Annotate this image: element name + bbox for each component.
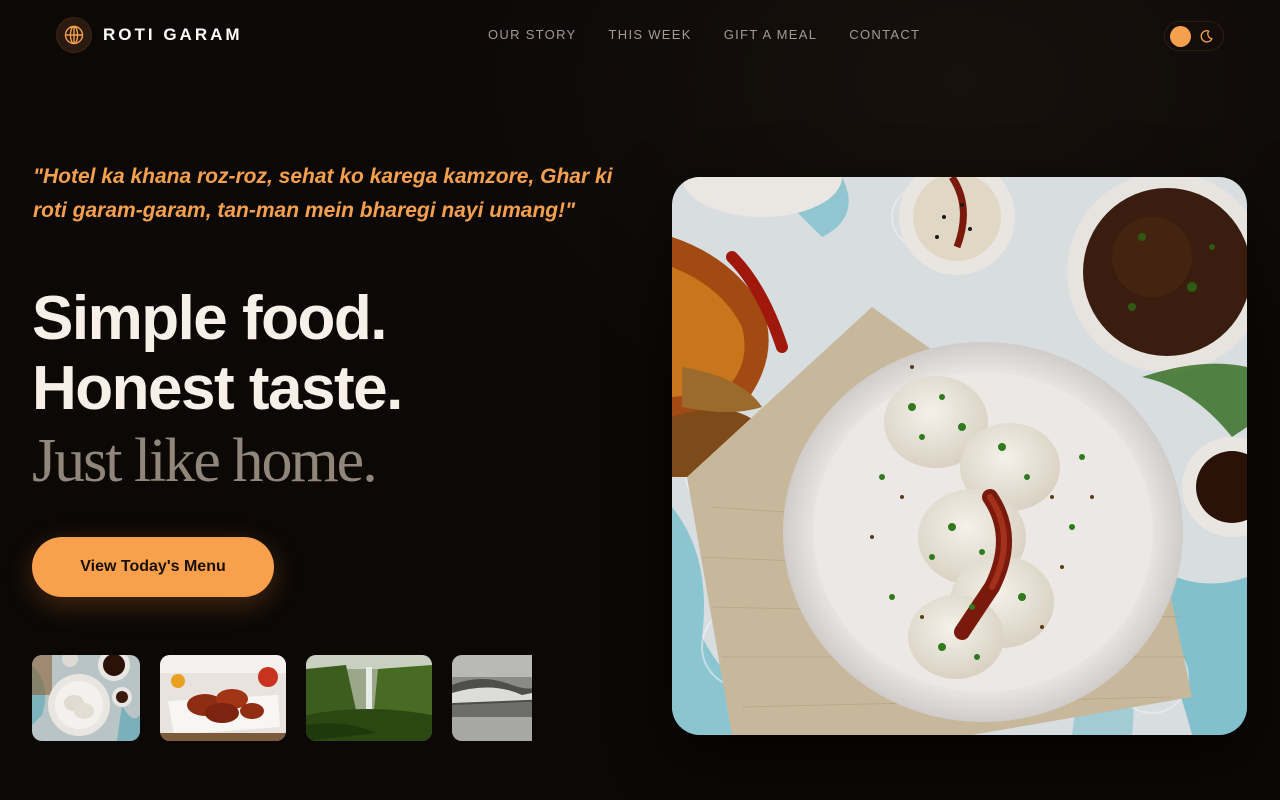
site-header: ROTI GARAM OUR STORY THIS WEEK GIFT A ME… <box>0 0 1280 70</box>
view-menu-button[interactable]: View Today's Menu <box>32 537 274 597</box>
nav-gift-a-meal[interactable]: GIFT A MEAL <box>724 27 818 42</box>
thumbnail-idli-plate[interactable] <box>32 655 140 741</box>
thumbnail-strip <box>32 655 532 741</box>
brand-name: ROTI GARAM <box>103 25 243 44</box>
nav-contact[interactable]: CONTACT <box>849 27 920 42</box>
headline-line-3: Just like home. <box>32 427 378 495</box>
hero-quote: "Hotel ka khana roz-roz, sehat ko karega… <box>33 165 613 222</box>
globe-icon <box>56 17 92 53</box>
sun-knob-icon <box>1170 26 1191 47</box>
headline-line-1: Simple food. <box>32 284 387 353</box>
thumbnail-ocean-wave[interactable] <box>452 655 532 741</box>
thumbnail-waterfall[interactable] <box>306 655 432 741</box>
headline-line-2: Honest taste. <box>32 354 403 423</box>
main-nav: OUR STORY THIS WEEK GIFT A MEAL CONTACT <box>488 27 920 42</box>
hero-food-image <box>672 177 1247 735</box>
nav-our-story[interactable]: OUR STORY <box>488 27 577 42</box>
thumbnail-fried-chicken[interactable] <box>160 655 286 741</box>
nav-this-week[interactable]: THIS WEEK <box>609 27 692 42</box>
hero-headline: Simple food. Honest taste. Just like hom… <box>32 284 403 498</box>
moon-icon <box>1199 29 1214 44</box>
brand-logo[interactable]: ROTI GARAM <box>56 17 243 53</box>
theme-toggle[interactable] <box>1164 21 1224 51</box>
